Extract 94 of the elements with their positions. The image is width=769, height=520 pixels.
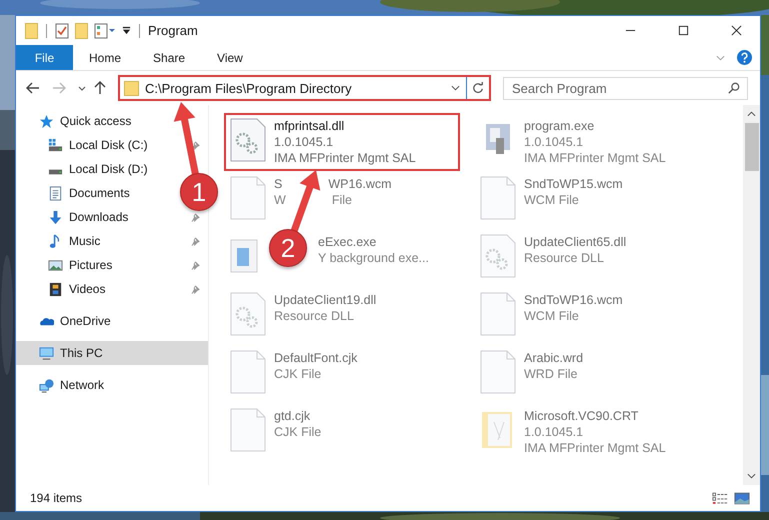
sidebar-item[interactable]: This PC	[60, 346, 103, 360]
picture-icon	[48, 258, 63, 272]
file-detail: CJK File	[274, 366, 322, 382]
file-icon[interactable]	[230, 176, 266, 220]
sidebar-item[interactable]: Music	[69, 234, 100, 248]
sidebar-item[interactable]: Local Disk (C:)	[69, 138, 148, 152]
file-name[interactable]: WP16.wcm	[328, 176, 392, 192]
sidebar-item[interactable]: Pictures	[69, 258, 112, 272]
scrollbar[interactable]	[743, 105, 760, 485]
file-icon[interactable]	[480, 292, 516, 336]
drive-icon	[48, 138, 63, 152]
file-name[interactable]: Arabic.wrd	[524, 350, 584, 366]
up-icon[interactable]	[94, 81, 106, 95]
file-icon[interactable]	[230, 350, 266, 394]
close-icon[interactable]	[731, 25, 742, 36]
pin-icon[interactable]	[191, 212, 200, 222]
properties-icon[interactable]	[55, 22, 69, 38]
file-detail: WCM File	[524, 192, 579, 208]
file-icon[interactable]	[480, 350, 516, 394]
monitor-icon	[39, 346, 54, 360]
file-name[interactable]: Microsoft.VC90.CRT	[524, 408, 638, 424]
view-options-icon[interactable]	[94, 22, 116, 38]
address-bar[interactable]: C:\Program Files\Program Directory	[118, 75, 491, 101]
folder-icon[interactable]	[25, 22, 38, 38]
file-detail: IMA MFPrinter Mgmt SAL	[274, 150, 416, 166]
scroll-thumb[interactable]	[744, 123, 758, 171]
file-detail: WRD File	[524, 366, 578, 382]
dropdown-icon[interactable]	[451, 85, 460, 91]
film-icon	[48, 282, 63, 296]
file-name[interactable]: UpdateClient19.dll	[274, 292, 376, 308]
file-detail: Resource DLL	[274, 308, 354, 324]
thumbnail-view-icon[interactable]	[734, 492, 750, 504]
file-detail: WCM File	[524, 308, 579, 324]
document-icon	[48, 186, 63, 200]
window-title: Program	[148, 23, 198, 38]
address-path: C:\Program Files\Program Directory	[145, 80, 352, 96]
refresh-icon[interactable]	[472, 82, 484, 94]
file-name[interactable]: SndToWP15.wcm	[524, 176, 623, 192]
ribbon-tab[interactable]: Share	[137, 45, 202, 70]
sidebar-item[interactable]: Local Disk (D:)	[69, 162, 148, 176]
pin-icon[interactable]	[191, 236, 200, 246]
scroll-down-icon[interactable]	[747, 473, 756, 479]
file-detail: IMA MFPrinter Mgmt SAL	[524, 150, 666, 166]
folder-icon	[124, 80, 139, 96]
network-icon	[39, 378, 54, 392]
recent-locations-icon[interactable]	[78, 86, 86, 90]
pin-icon[interactable]	[191, 284, 200, 294]
expand-ribbon-icon[interactable]	[716, 54, 725, 60]
settings-file-icon[interactable]	[230, 292, 266, 336]
file-detail: Resource DLL	[524, 250, 604, 266]
pin-icon[interactable]	[191, 260, 200, 270]
file-detail: W	[274, 192, 286, 208]
file-icon[interactable]	[480, 176, 516, 220]
pin-icon[interactable]	[191, 140, 200, 150]
file-name[interactable]: program.exe	[524, 118, 594, 134]
scroll-up-icon[interactable]	[747, 111, 756, 117]
search-field[interactable]: Search Program	[503, 76, 748, 100]
download-icon	[48, 210, 63, 224]
settings-file-icon[interactable]	[480, 234, 516, 278]
file-detail: 1.0.1045.1	[524, 424, 584, 440]
ribbon-tab[interactable]: Home	[73, 45, 138, 70]
drive-icon	[48, 169, 63, 175]
file-name[interactable]: DefaultFont.cjk	[274, 350, 358, 366]
sidebar-item[interactable]: Downloads	[69, 210, 128, 224]
file-name[interactable]: eExec.exe	[318, 234, 376, 250]
file-name[interactable]: UpdateClient65.dll	[524, 234, 626, 250]
sidebar-item[interactable]: Documents	[69, 186, 130, 200]
file-detail: 1.0.1045.1	[274, 134, 334, 150]
file-name[interactable]: gtd.cjk	[274, 408, 310, 424]
file-name[interactable]: mfprintsal.dll	[274, 118, 344, 134]
file-icon[interactable]	[230, 408, 266, 452]
sidebar-item[interactable]: Network	[60, 378, 104, 392]
star-icon	[39, 114, 54, 128]
item-count: 194 items	[30, 491, 82, 505]
maximize-icon[interactable]	[678, 25, 689, 36]
new-folder-icon[interactable]	[75, 22, 88, 38]
customize-icon[interactable]	[122, 26, 131, 35]
sidebar-item[interactable]: OneDrive	[60, 314, 111, 328]
back-icon[interactable]	[26, 82, 40, 94]
file-detail: CJK File	[274, 424, 322, 440]
sidebar-item[interactable]: Quick access	[60, 114, 132, 128]
sidebar-item[interactable]: Videos	[69, 282, 106, 296]
file-name[interactable]: SndToWP16.wcm	[524, 292, 623, 308]
file-detail: File	[332, 192, 352, 208]
help-icon[interactable]	[737, 50, 752, 65]
ribbon-tab[interactable]: View	[201, 45, 259, 70]
details-view-icon[interactable]	[712, 492, 728, 504]
file-name[interactable]: S	[274, 176, 282, 192]
file-detail: 1.0.1045.1	[524, 134, 584, 150]
file-detail: IMA MFPrinter Mgmt SAL	[524, 440, 666, 456]
file-detail: Y background exe...	[318, 250, 429, 266]
forward-icon[interactable]	[52, 82, 66, 94]
ribbon-tab[interactable]: File	[16, 45, 73, 70]
settings-file-icon[interactable]	[230, 118, 266, 162]
